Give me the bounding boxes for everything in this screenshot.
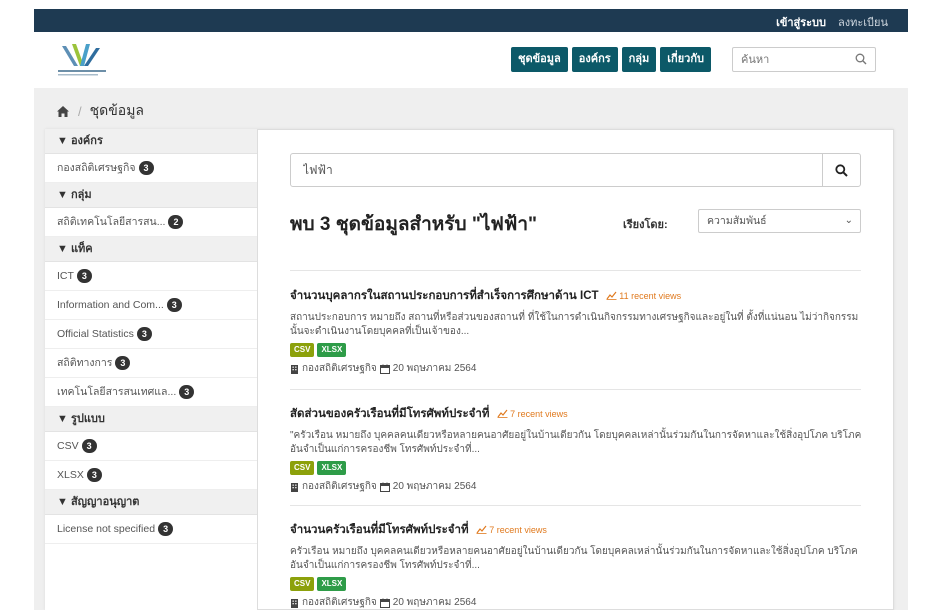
filter-icon: ▼ [57, 135, 71, 147]
facet-heading: ▼ กลุ่ม [45, 183, 257, 208]
count-badge: 3 [179, 385, 195, 400]
account-bar: เข้าสู่ระบบ ลงทะเบียน [34, 9, 908, 32]
dataset-search [290, 153, 861, 187]
dataset-date: 20 พฤษภาคม 2564 [392, 363, 477, 374]
facet-item[interactable]: สถิติเทคโนโลยีสารสน... 2 [45, 208, 257, 237]
dataset-title-link[interactable]: จำนวนบุคลากรในสถานประกอบการที่สำเร็จการศ… [290, 290, 599, 302]
page: เข้าสู่ระบบ ลงทะเบียน ชุดข้อมูล องค์กร ก… [0, 0, 944, 610]
format-badge-xlsx[interactable]: XLSX [317, 577, 347, 591]
breadcrumb-separator: / [78, 103, 82, 119]
count-badge: 3 [158, 522, 174, 537]
search-button[interactable] [822, 154, 860, 186]
site-logo[interactable] [52, 40, 124, 80]
header-search [732, 47, 876, 72]
chart-line-icon [606, 291, 617, 300]
recent-views: 7 recent views [476, 525, 547, 535]
facet-item[interactable]: XLSX 3 [45, 461, 257, 490]
breadcrumb: / ชุดข้อมูล [56, 100, 144, 122]
count-badge: 3 [136, 327, 152, 342]
dataset-description: ครัวเรือน หมายถึง บุคคลคนเดียวหรือหลายคน… [290, 546, 858, 571]
count-badge: 3 [166, 298, 182, 313]
filter-icon: ▼ [57, 413, 71, 425]
facet-item[interactable]: ICT 3 [45, 262, 257, 291]
login-link[interactable]: เข้าสู่ระบบ [776, 13, 826, 31]
count-badge: 3 [138, 161, 154, 176]
dataset-item: จำนวนบุคลากรในสถานประกอบการที่สำเร็จการศ… [290, 287, 868, 376]
recent-views: 7 recent views [497, 409, 568, 419]
dataset-item: สัดส่วนของครัวเรือนที่มีโทรศัพท์ประจำที่… [290, 405, 868, 494]
chart-line-icon [497, 409, 508, 418]
format-badge-xlsx[interactable]: XLSX [317, 343, 347, 357]
sort-select[interactable]: ความสัมพันธ์ ⌄ [698, 209, 861, 233]
format-badge-csv[interactable]: CSV [290, 461, 315, 475]
calendar-icon [379, 482, 390, 492]
chevron-down-icon: ⌄ [844, 215, 853, 226]
facet-sidebar: ▼ องค์กร กองสถิติเศรษฐกิจ 3 ▼ กลุ่ม สถิติ… [45, 129, 258, 610]
dataset-title-link[interactable]: จำนวนครัวเรือนที่มีโทรศัพท์ประจำที่ [290, 524, 469, 536]
dataset-organization[interactable]: กองสถิติเศรษฐกิจ [302, 595, 377, 610]
count-badge: 2 [168, 215, 184, 230]
divider [290, 270, 861, 271]
dataset-organization[interactable]: กองสถิติเศรษฐกิจ [302, 479, 377, 494]
calendar-icon [379, 598, 390, 608]
format-badge-xlsx[interactable]: XLSX [317, 461, 347, 475]
sort-label: เรียงโดย: [623, 219, 668, 231]
building-icon [291, 598, 298, 608]
facet-item[interactable]: กองสถิติเศรษฐกิจ 3 [45, 154, 257, 183]
divider [290, 389, 861, 390]
filter-icon: ▼ [57, 496, 71, 508]
divider [290, 505, 861, 506]
count-badge: 3 [115, 356, 131, 371]
facet-heading: ▼ องค์กร [45, 129, 257, 154]
site-header: ชุดข้อมูล องค์กร กลุ่ม เกี่ยวกับ [34, 32, 908, 88]
count-badge: 3 [76, 269, 92, 284]
dataset-item: จำนวนครัวเรือนที่มีโทรศัพท์ประจำที่ 7 re… [290, 521, 868, 610]
nav-datasets[interactable]: ชุดข้อมูล [511, 47, 568, 72]
search-results: พบ 3 ชุดข้อมูลสำหรับ "ไฟฟ้า" เรียงโดย: ค… [258, 129, 894, 610]
dataset-description: "ครัวเรือน หมายถึง บุคคลคนเดียวหรือหลายค… [290, 430, 862, 455]
result-count-heading: พบ 3 ชุดข้อมูลสำหรับ "ไฟฟ้า" [290, 214, 537, 235]
facet-heading: ▼ รูปแบบ [45, 407, 257, 432]
facet-item[interactable]: Official Statistics 3 [45, 320, 257, 349]
format-badge-csv[interactable]: CSV [290, 577, 315, 591]
chart-line-icon [476, 525, 487, 534]
dataset-title-link[interactable]: สัดส่วนของครัวเรือนที่มีโทรศัพท์ประจำที่ [290, 408, 489, 420]
search-icon[interactable] [855, 53, 867, 65]
building-icon [291, 364, 298, 374]
dataset-date: 20 พฤษภาคม 2564 [392, 481, 477, 492]
nav-organizations[interactable]: องค์กร [571, 47, 618, 72]
search-icon [835, 163, 848, 177]
facet-item[interactable]: สถิติทางการ 3 [45, 349, 257, 378]
facet-item[interactable]: License not specified 3 [45, 515, 257, 544]
format-badge-csv[interactable]: CSV [290, 343, 315, 357]
filter-icon: ▼ [57, 243, 71, 255]
breadcrumb-current[interactable]: ชุดข้อมูล [90, 100, 144, 122]
building-icon [291, 482, 298, 492]
dataset-search-input[interactable] [291, 154, 811, 186]
dataset-organization[interactable]: กองสถิติเศรษฐกิจ [302, 361, 377, 376]
dataset-date: 20 พฤษภาคม 2564 [392, 597, 477, 608]
facet-heading: ▼ แท็ค [45, 237, 257, 262]
filter-icon: ▼ [57, 189, 71, 201]
main-nav: ชุดข้อมูล องค์กร กลุ่ม เกี่ยวกับ [511, 47, 711, 72]
nav-groups[interactable]: กลุ่ม [621, 47, 657, 72]
calendar-icon [379, 364, 390, 374]
header-search-input[interactable] [733, 48, 843, 71]
register-link[interactable]: ลงทะเบียน [838, 13, 888, 31]
facet-heading: ▼ สัญญาอนุญาต [45, 490, 257, 515]
facet-item[interactable]: Information and Com... 3 [45, 291, 257, 320]
nav-about[interactable]: เกี่ยวกับ [660, 47, 711, 72]
facet-item[interactable]: เทคโนโลยีสารสนเทศแล... 3 [45, 378, 257, 407]
count-badge: 3 [81, 439, 97, 454]
facet-item[interactable]: CSV 3 [45, 432, 257, 461]
dataset-description: สถานประกอบการ หมายถึง สถานที่หรือส่วนของ… [290, 312, 859, 337]
home-icon[interactable] [56, 105, 70, 118]
recent-views: 11 recent views [606, 291, 681, 301]
count-badge: 3 [86, 468, 102, 483]
